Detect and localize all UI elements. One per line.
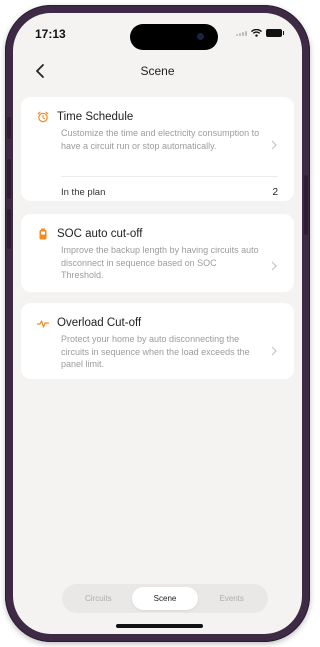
navigation-bar: Scene [13, 57, 302, 85]
power-button [304, 175, 308, 235]
chevron-right-icon [271, 346, 277, 356]
overload-cutoff-card[interactable]: Overload Cut-off Protect your home by au… [21, 303, 294, 379]
battery-icon [39, 228, 47, 240]
card-description: Customize the time and electricity consu… [61, 128, 260, 151]
card-description: Improve the backup length by having circ… [61, 245, 259, 280]
wifi-icon [251, 29, 262, 37]
status-icons [236, 29, 284, 37]
dynamic-island [130, 24, 218, 50]
alarm-clock-icon [37, 111, 49, 123]
card-title: Overload Cut-off [57, 317, 142, 329]
camera-icon [197, 33, 204, 40]
chevron-right-icon [271, 140, 277, 150]
card-title: Time Schedule [57, 111, 134, 123]
page-title: Scene [140, 64, 175, 78]
tab-events[interactable]: Events [198, 587, 265, 610]
in-plan-label: In the plan [61, 186, 106, 198]
card-description: Protect your home by auto disconnecting … [61, 334, 250, 369]
card-header: Time Schedule [37, 111, 133, 123]
soc-cutoff-card[interactable]: SOC auto cut-off Improve the backup leng… [21, 214, 294, 292]
volume-up-button [7, 159, 11, 199]
tab-scene[interactable]: Scene [131, 587, 199, 610]
in-plan-row[interactable]: In the plan 2 [61, 184, 278, 200]
signal-icon [236, 30, 247, 36]
divider [61, 176, 278, 177]
home-indicator [116, 624, 203, 628]
bottom-tab-bar: Circuits Scene Events [62, 584, 268, 613]
mute-switch [7, 117, 11, 139]
battery-status-icon [266, 29, 284, 37]
pulse-icon [37, 320, 49, 328]
tab-circuits[interactable]: Circuits [65, 587, 132, 610]
card-header: SOC auto cut-off [37, 228, 142, 240]
card-title: SOC auto cut-off [57, 228, 143, 240]
status-time: 17:13 [35, 27, 66, 41]
volume-down-button [7, 209, 11, 249]
time-schedule-card[interactable]: Time Schedule Customize the time and ele… [21, 97, 294, 201]
in-plan-count: 2 [272, 186, 278, 198]
status-bar: 17:13 [13, 13, 302, 53]
chevron-right-icon [271, 261, 277, 271]
app-screen: 17:13 Scene Time Schedule Customize the … [13, 13, 302, 634]
card-header: Overload Cut-off [37, 317, 141, 329]
